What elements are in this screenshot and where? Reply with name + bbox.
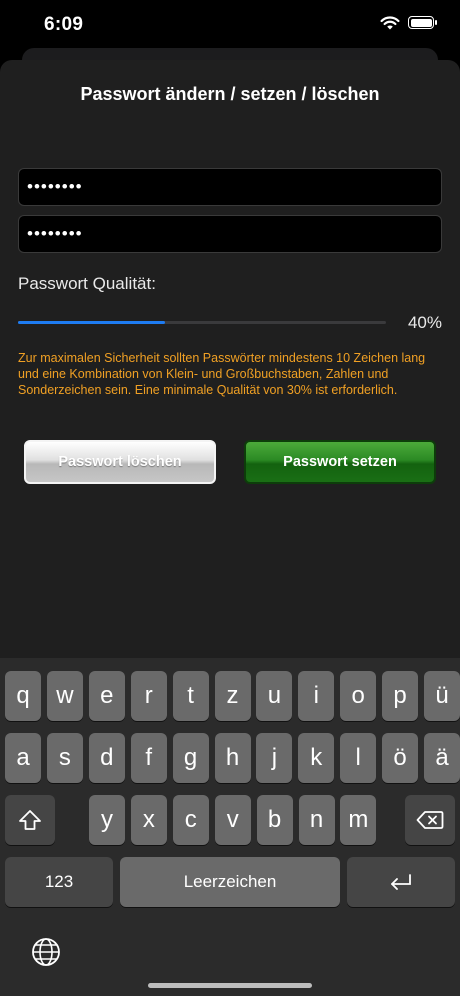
password-confirm-field[interactable]: •••••••• (18, 215, 442, 253)
quality-label: Passwort Qualität: (18, 274, 156, 293)
key-ü[interactable]: ü (424, 671, 460, 721)
key-f[interactable]: f (130, 733, 167, 783)
page-title: Passwort ändern / setzen / löschen (80, 84, 380, 104)
key-ä[interactable]: ä (424, 733, 460, 783)
backspace-icon (416, 811, 444, 829)
key-q[interactable]: q (5, 671, 41, 721)
key-l[interactable]: l (340, 733, 377, 783)
password-confirm-value: •••••••• (27, 224, 83, 243)
quality-progress-bar (18, 321, 386, 324)
key-d[interactable]: d (88, 733, 125, 783)
numbers-key[interactable]: 123 (5, 857, 113, 907)
space-key[interactable]: Leerzeichen (120, 857, 340, 907)
key-z[interactable]: z (214, 671, 251, 721)
key-u[interactable]: u (256, 671, 293, 721)
key-k[interactable]: k (298, 733, 335, 783)
status-bar: 6:09 (0, 0, 460, 50)
key-t[interactable]: t (172, 671, 209, 721)
key-y[interactable]: y (89, 795, 125, 845)
keyboard: qwertzuiopü asdfghjklöä yxcvbnm 123 Leer… (0, 658, 460, 996)
wifi-icon (380, 16, 400, 30)
password-field[interactable]: •••••••• (18, 168, 442, 206)
battery-icon (408, 16, 437, 29)
key-c[interactable]: c (172, 795, 209, 845)
key-j[interactable]: j (256, 733, 293, 783)
password-value: •••••••• (27, 177, 83, 196)
shift-key[interactable] (5, 795, 55, 845)
status-time: 6:09 (44, 14, 84, 35)
key-r[interactable]: r (130, 671, 167, 721)
key-o[interactable]: o (340, 671, 377, 721)
key-s[interactable]: s (46, 733, 83, 783)
key-p[interactable]: p (382, 671, 419, 721)
return-key[interactable] (347, 857, 455, 907)
globe-icon (32, 938, 60, 966)
password-info-text: Zur maximalen Sicherheit sollten Passwör… (18, 351, 426, 397)
quality-percent: 40% (407, 313, 442, 332)
backspace-key[interactable] (405, 795, 455, 845)
globe-key[interactable] (26, 932, 66, 972)
shift-icon (19, 810, 41, 830)
key-b[interactable]: b (256, 795, 293, 845)
key-x[interactable]: x (130, 795, 167, 845)
delete-password-button[interactable]: Passwort löschen (24, 440, 216, 484)
key-a[interactable]: a (5, 733, 41, 783)
home-indicator (148, 983, 312, 988)
return-icon (391, 874, 411, 890)
key-g[interactable]: g (172, 733, 209, 783)
key-i[interactable]: i (298, 671, 335, 721)
set-password-button[interactable]: Passwort setzen (244, 440, 436, 484)
key-m[interactable]: m (340, 795, 377, 845)
key-w[interactable]: w (46, 671, 83, 721)
key-e[interactable]: e (88, 671, 125, 721)
key-h[interactable]: h (214, 733, 251, 783)
key-ö[interactable]: ö (382, 733, 419, 783)
quality-progress-fill (18, 321, 166, 324)
key-v[interactable]: v (214, 795, 251, 845)
key-n[interactable]: n (298, 795, 335, 845)
